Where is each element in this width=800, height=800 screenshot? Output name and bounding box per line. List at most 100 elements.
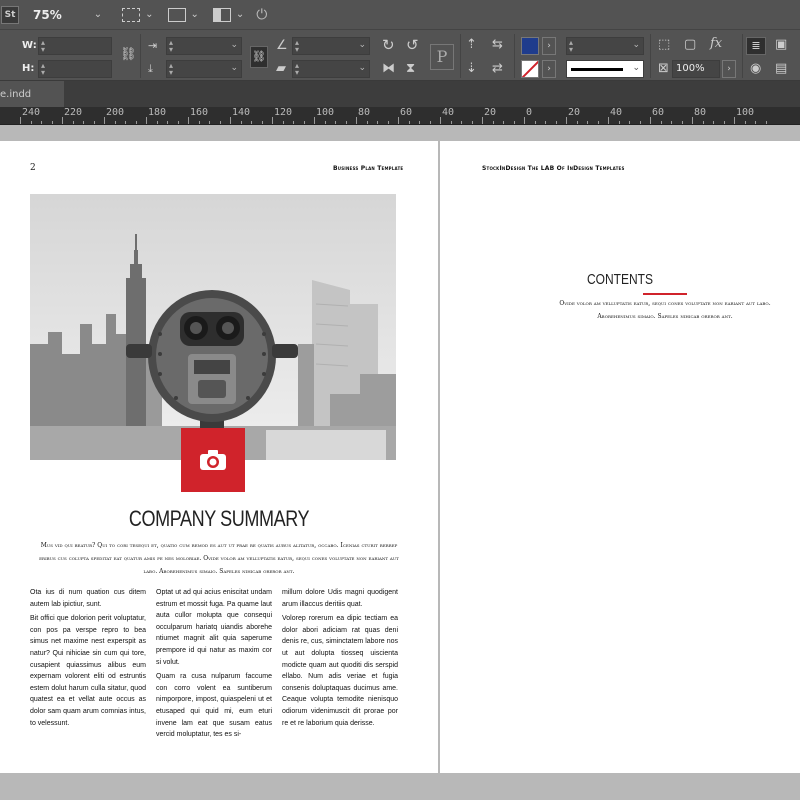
rotate-counterclockwise-icon[interactable]: ↺ bbox=[406, 38, 419, 53]
ruler-minor-mark bbox=[324, 121, 326, 124]
right-page[interactable]: StockInDesign The LAB Of InDesign Templa… bbox=[440, 141, 800, 773]
opacity-arrow-icon[interactable]: › bbox=[722, 60, 736, 78]
stock-logo-icon[interactable]: St bbox=[1, 5, 19, 24]
text-wrap-shape-icon[interactable]: ◉ bbox=[750, 62, 761, 76]
constrain-scale-icon[interactable]: ⛓ bbox=[250, 46, 268, 68]
ruler-tick-label: 0 bbox=[526, 107, 533, 118]
view-options-icon bbox=[122, 7, 141, 22]
stroke-type-dropdown[interactable]: ⌄ bbox=[566, 60, 644, 78]
ruler-tick-label: 100 bbox=[316, 107, 335, 118]
height-field[interactable]: ▴ ▾ bbox=[38, 60, 112, 78]
width-field[interactable]: ▴ ▾ bbox=[38, 37, 112, 55]
horizontal-ruler[interactable]: 240 220 200 180 160 140 120 100 80 60 40 20 0 20 40 60 8… bbox=[0, 107, 800, 125]
ruler-minor-mark bbox=[461, 121, 462, 124]
ruler-minor-mark bbox=[450, 121, 452, 124]
ruler-tick-label: 60 bbox=[400, 107, 413, 118]
ruler-tick-label: 40 bbox=[442, 107, 455, 118]
ruler-minor-mark bbox=[671, 121, 672, 124]
scale-x-field[interactable]: ▴ ▾ ⌄ bbox=[166, 37, 242, 55]
ruler-major-mark bbox=[734, 117, 735, 124]
opacity-icon: ⊠ bbox=[658, 61, 669, 76]
ruler-minor-mark bbox=[345, 121, 347, 124]
running-header: Business Plan Template bbox=[333, 165, 404, 172]
select-container-icon[interactable]: ⇡ bbox=[466, 38, 477, 52]
opacity-field[interactable]: 100% bbox=[672, 60, 720, 78]
ruler-major-mark bbox=[692, 117, 693, 124]
select-previous-icon[interactable]: ⇆ bbox=[492, 38, 503, 52]
ruler-tick-label: 160 bbox=[190, 107, 209, 118]
ruler-minor-mark bbox=[41, 121, 42, 124]
scale-y-field[interactable]: ▴ ▾ ⌄ bbox=[166, 60, 242, 78]
ruler-minor-mark bbox=[30, 121, 32, 124]
ruler-minor-mark bbox=[702, 121, 704, 124]
height-label: H: bbox=[22, 63, 35, 74]
flip-indicator-icon: P bbox=[430, 44, 454, 70]
paragraph: Bit offici que dolorion perit voluptatur… bbox=[30, 615, 146, 727]
ruler-minor-mark bbox=[618, 121, 620, 124]
left-page[interactable]: 2 Business Plan Template COMPANY SUMMARY… bbox=[0, 141, 438, 773]
zoom-dropdown-icon[interactable]: ⌄ bbox=[94, 9, 102, 20]
ruler-major-mark bbox=[650, 117, 651, 124]
zoom-level[interactable]: 75% bbox=[33, 8, 62, 22]
fill-swatch[interactable] bbox=[521, 37, 539, 55]
ruler-minor-mark bbox=[167, 121, 168, 124]
text-wrap-jump-icon[interactable]: ▤ bbox=[775, 62, 787, 76]
city-binocular-photo[interactable] bbox=[30, 194, 396, 460]
ruler-minor-mark bbox=[723, 121, 725, 124]
ruler-minor-mark bbox=[681, 121, 683, 124]
shear-angle-field[interactable]: ▴ ▾ ⌄ bbox=[292, 60, 370, 78]
rotate-angle-icon: ∠ bbox=[276, 38, 288, 53]
ruler-minor-mark bbox=[660, 121, 662, 124]
ruler-minor-mark bbox=[744, 121, 746, 124]
chevron-down-icon: ⌄ bbox=[145, 9, 154, 20]
ruler-tick-label: 80 bbox=[358, 107, 371, 118]
ruler-minor-mark bbox=[765, 121, 767, 124]
ruler-minor-mark bbox=[545, 121, 546, 124]
ruler-major-mark bbox=[146, 117, 147, 124]
ruler-minor-mark bbox=[534, 121, 536, 124]
ruler-minor-mark bbox=[419, 121, 420, 124]
ruler-minor-mark bbox=[597, 121, 599, 124]
ruler-minor-mark bbox=[335, 121, 336, 124]
ruler-minor-mark bbox=[755, 121, 756, 124]
ruler-minor-mark bbox=[503, 121, 504, 124]
stroke-swatch[interactable] bbox=[521, 60, 539, 78]
publish-icon[interactable]: ⏻ bbox=[256, 7, 267, 23]
select-next-icon[interactable]: ⇄ bbox=[492, 62, 503, 76]
ruler-major-mark bbox=[230, 117, 231, 124]
rotate-angle-field[interactable]: ▴ ▾ ⌄ bbox=[292, 37, 370, 55]
ruler-minor-mark bbox=[251, 121, 252, 124]
ruler-minor-mark bbox=[471, 121, 473, 124]
body-column-3: millum dolore Udis magni quodigent arum … bbox=[282, 587, 398, 732]
frame-fitting-icon[interactable]: ⬚ bbox=[658, 38, 670, 52]
ruler-minor-mark bbox=[429, 121, 431, 124]
screen-mode-control[interactable]: ⌄ bbox=[167, 7, 199, 22]
document-tab-bar: e.indd bbox=[0, 81, 800, 107]
ruler-tick-label: 40 bbox=[610, 107, 623, 118]
ruler-minor-mark bbox=[51, 121, 53, 124]
paragraph: Ota ius di num quation cus ditem autem l… bbox=[30, 589, 146, 608]
flip-vertical-icon[interactable]: ⧗ bbox=[406, 62, 415, 76]
ruler-minor-mark bbox=[114, 121, 116, 124]
stroke-arrow-icon[interactable]: › bbox=[542, 60, 556, 78]
rotate-clockwise-icon[interactable]: ↻ bbox=[382, 38, 395, 53]
ruler-minor-mark bbox=[293, 121, 294, 124]
ruler-minor-mark bbox=[261, 121, 263, 124]
page-number: 2 bbox=[30, 163, 36, 173]
stroke-weight-field[interactable]: ▴ ▾ ⌄ bbox=[566, 37, 644, 55]
ruler-minor-mark bbox=[408, 121, 410, 124]
fill-arrow-icon[interactable]: › bbox=[542, 37, 556, 55]
drop-shadow-icon[interactable]: ▢ bbox=[684, 38, 696, 52]
text-wrap-bounding-icon[interactable]: ▣ bbox=[775, 38, 787, 52]
arrange-documents-control[interactable]: ⌄ bbox=[212, 7, 244, 22]
document-tab[interactable]: e.indd bbox=[0, 81, 64, 107]
effects-icon[interactable]: fx bbox=[710, 37, 722, 51]
flip-horizontal-icon[interactable]: ⧓ bbox=[382, 62, 395, 76]
view-options-control[interactable]: ⌄ bbox=[122, 7, 154, 22]
text-wrap-none-icon[interactable]: ≣ bbox=[746, 37, 766, 55]
ruler-minor-mark bbox=[72, 121, 74, 124]
section-title: COMPANY SUMMARY bbox=[128, 506, 310, 531]
pasteboard-bottom bbox=[0, 778, 800, 800]
constrain-proportions-icon[interactable]: ⛓ bbox=[120, 48, 137, 62]
select-content-icon[interactable]: ⇣ bbox=[466, 62, 477, 76]
